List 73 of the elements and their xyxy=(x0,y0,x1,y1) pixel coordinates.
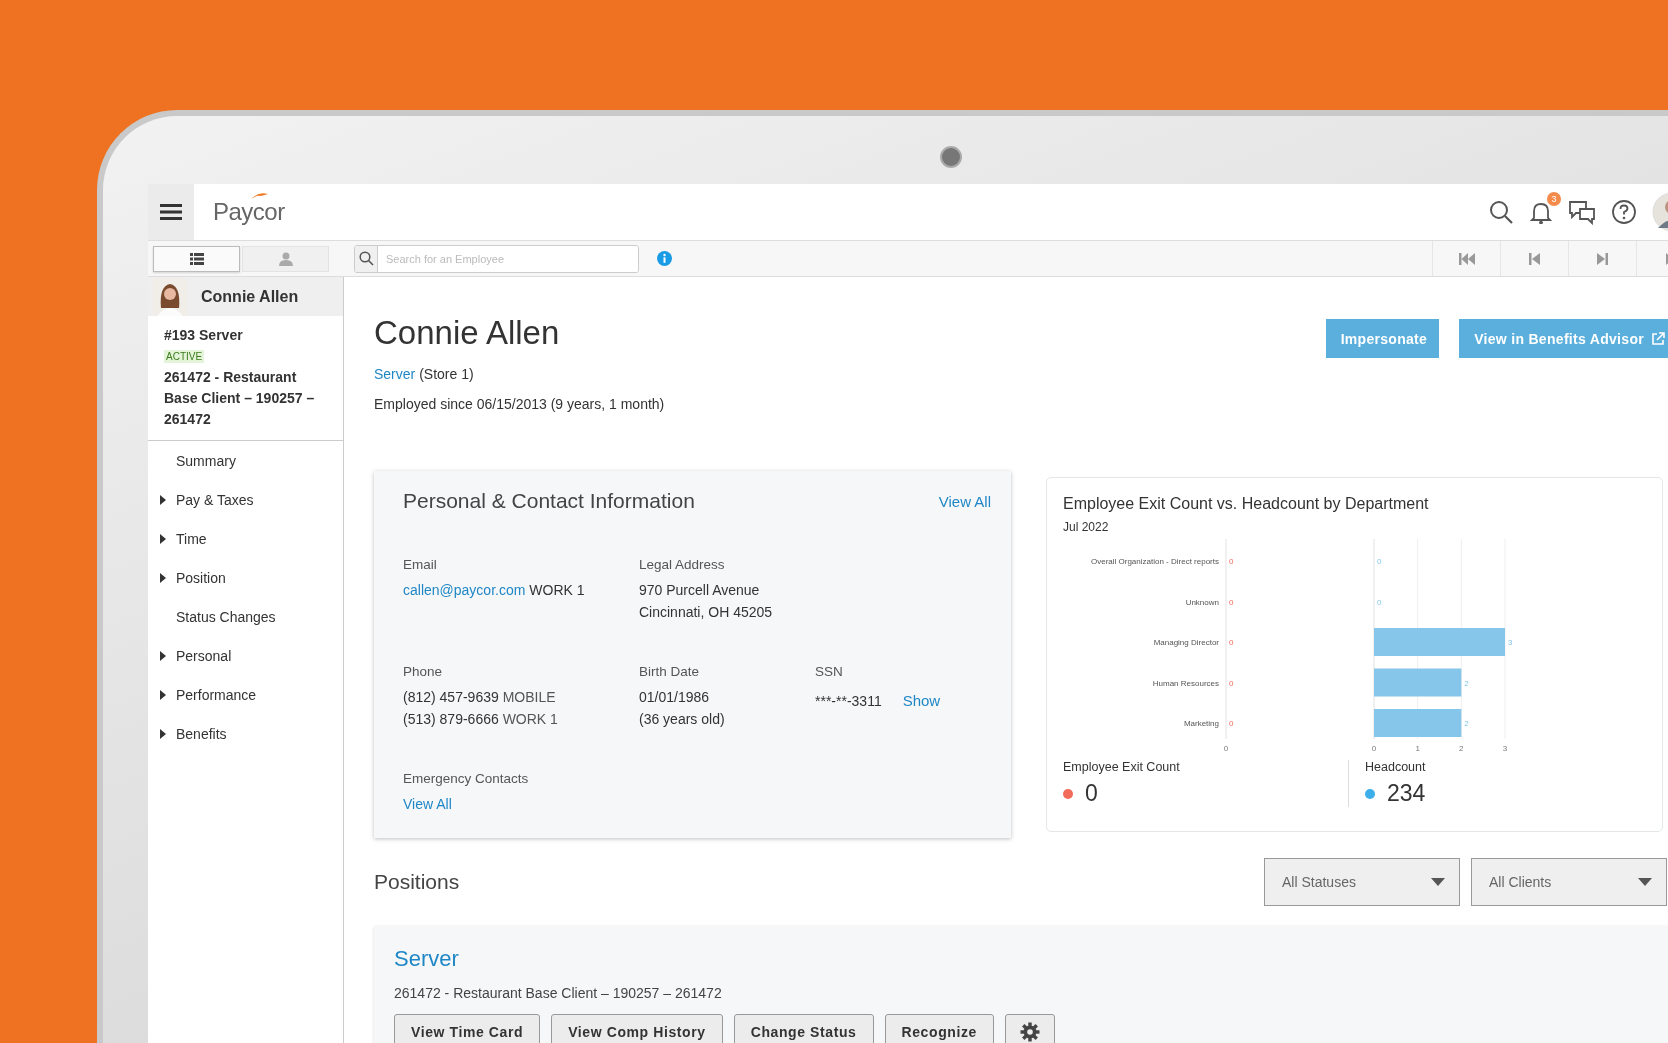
sidebar-item[interactable]: Time xyxy=(148,519,343,558)
field-label: Emergency Contacts xyxy=(403,771,529,786)
address-line: 970 Purcell Avenue xyxy=(639,582,760,598)
data-label: 2 xyxy=(1464,678,1469,688)
series-label: Headcount xyxy=(1365,760,1427,774)
category-label: Managing Director xyxy=(1153,638,1219,647)
view-all-link[interactable]: View All xyxy=(403,796,452,812)
category-label: Marketing xyxy=(1183,719,1219,728)
position-action-button[interactable]: View Time Card xyxy=(394,1014,541,1043)
show-link[interactable]: Show xyxy=(902,692,941,709)
view-all-link[interactable]: View All xyxy=(938,492,991,510)
search-field[interactable]: Search for an Employee xyxy=(354,244,639,273)
axis-tick: 1 xyxy=(1415,744,1420,753)
axis-tick: 2 xyxy=(1459,744,1464,753)
axis-tick: 0 xyxy=(1371,744,1377,753)
employee-name: Connie Allen xyxy=(201,287,299,306)
data-label: 0 xyxy=(1229,597,1234,607)
category-label: Unknown xyxy=(1185,597,1219,607)
sidebar-item[interactable]: Pay & Taxes xyxy=(148,480,343,519)
axis-tick: 3 xyxy=(1502,744,1508,753)
sidebar-item[interactable]: Personal xyxy=(148,636,343,675)
position-link[interactable]: Server xyxy=(374,366,416,382)
sidebar-item[interactable]: Summary xyxy=(148,441,343,480)
notification-count: 3 xyxy=(1547,192,1561,206)
position-detail: 261472 - Restaurant Base Client – 190257 – 261472 xyxy=(394,985,722,1001)
axis-tick: 0 xyxy=(1223,744,1229,753)
position-title-link[interactable]: Server xyxy=(394,946,459,972)
total-value: 234 xyxy=(1387,780,1426,807)
field-label: Legal Address xyxy=(639,557,725,572)
sidebar-item[interactable]: Performance xyxy=(148,675,343,714)
total-value: 0 xyxy=(1085,780,1098,807)
filter-dropdown[interactable]: All Statuses xyxy=(1264,858,1460,906)
birth-date: 01/01/1986 xyxy=(639,689,710,705)
category-label: Overall Organization - Direct reports xyxy=(1090,557,1219,566)
field-label: Birth Date xyxy=(639,664,700,679)
employee-title: #193 Server xyxy=(164,326,243,345)
data-label: 0 xyxy=(1229,638,1234,647)
position-action-button[interactable]: Change Status xyxy=(733,1014,874,1043)
position-action-button[interactable]: View Comp History xyxy=(551,1014,723,1043)
card-title: Personal & Contact Information xyxy=(403,489,695,513)
data-label: 3 xyxy=(1508,638,1513,647)
data-label: 0 xyxy=(1229,557,1234,566)
field-label: SSN xyxy=(815,664,843,679)
field-label: Phone xyxy=(403,664,443,679)
logo[interactable]: Paycor xyxy=(213,198,285,225)
ssn-value: ***-**-3311 xyxy=(815,692,882,709)
employee-client: 261472 - Restaurant Base Client – 190257 – 261472 xyxy=(164,368,316,429)
data-label: 0 xyxy=(1377,597,1382,607)
position-store: (Store 1) xyxy=(419,366,474,382)
position-action-button[interactable]: Recognize xyxy=(884,1014,994,1043)
employee-heading: Connie Allen xyxy=(374,313,561,353)
phone-number: (513) 879-6666 WORK 1 xyxy=(403,711,558,727)
chart-subtitle: Jul 2022 xyxy=(1063,520,1109,534)
employment-date: Employed since 06/15/2013 (9 years, 1 month) xyxy=(374,396,665,412)
sidebar-item[interactable]: Benefits xyxy=(148,714,343,753)
birth-date: (36 years old) xyxy=(639,711,725,727)
data-label: 0 xyxy=(1229,678,1234,688)
category-label: Human Resources xyxy=(1152,678,1219,688)
data-label: 0 xyxy=(1229,719,1234,728)
status-badge: ACTIVE xyxy=(164,350,205,363)
series-label: Employee Exit Count xyxy=(1063,760,1181,774)
email-link[interactable]: callen@paycor.com xyxy=(403,582,526,598)
address-line: Cincinnati, OH 45205 xyxy=(639,604,773,620)
email-type: WORK 1 xyxy=(529,582,585,598)
chart-title: Employee Exit Count vs. Headcount by Department xyxy=(1063,495,1429,513)
section-title: Positions xyxy=(374,870,460,894)
data-label: 2 xyxy=(1464,719,1469,728)
sidebar-item[interactable]: Position xyxy=(148,558,343,597)
sidebar-item[interactable]: Status Changes xyxy=(148,597,343,636)
filter-dropdown[interactable]: All Clients xyxy=(1471,858,1667,906)
field-label: Email xyxy=(403,557,437,572)
data-label: 0 xyxy=(1377,557,1382,566)
phone-number: (812) 457-9639 MOBILE xyxy=(403,689,556,705)
